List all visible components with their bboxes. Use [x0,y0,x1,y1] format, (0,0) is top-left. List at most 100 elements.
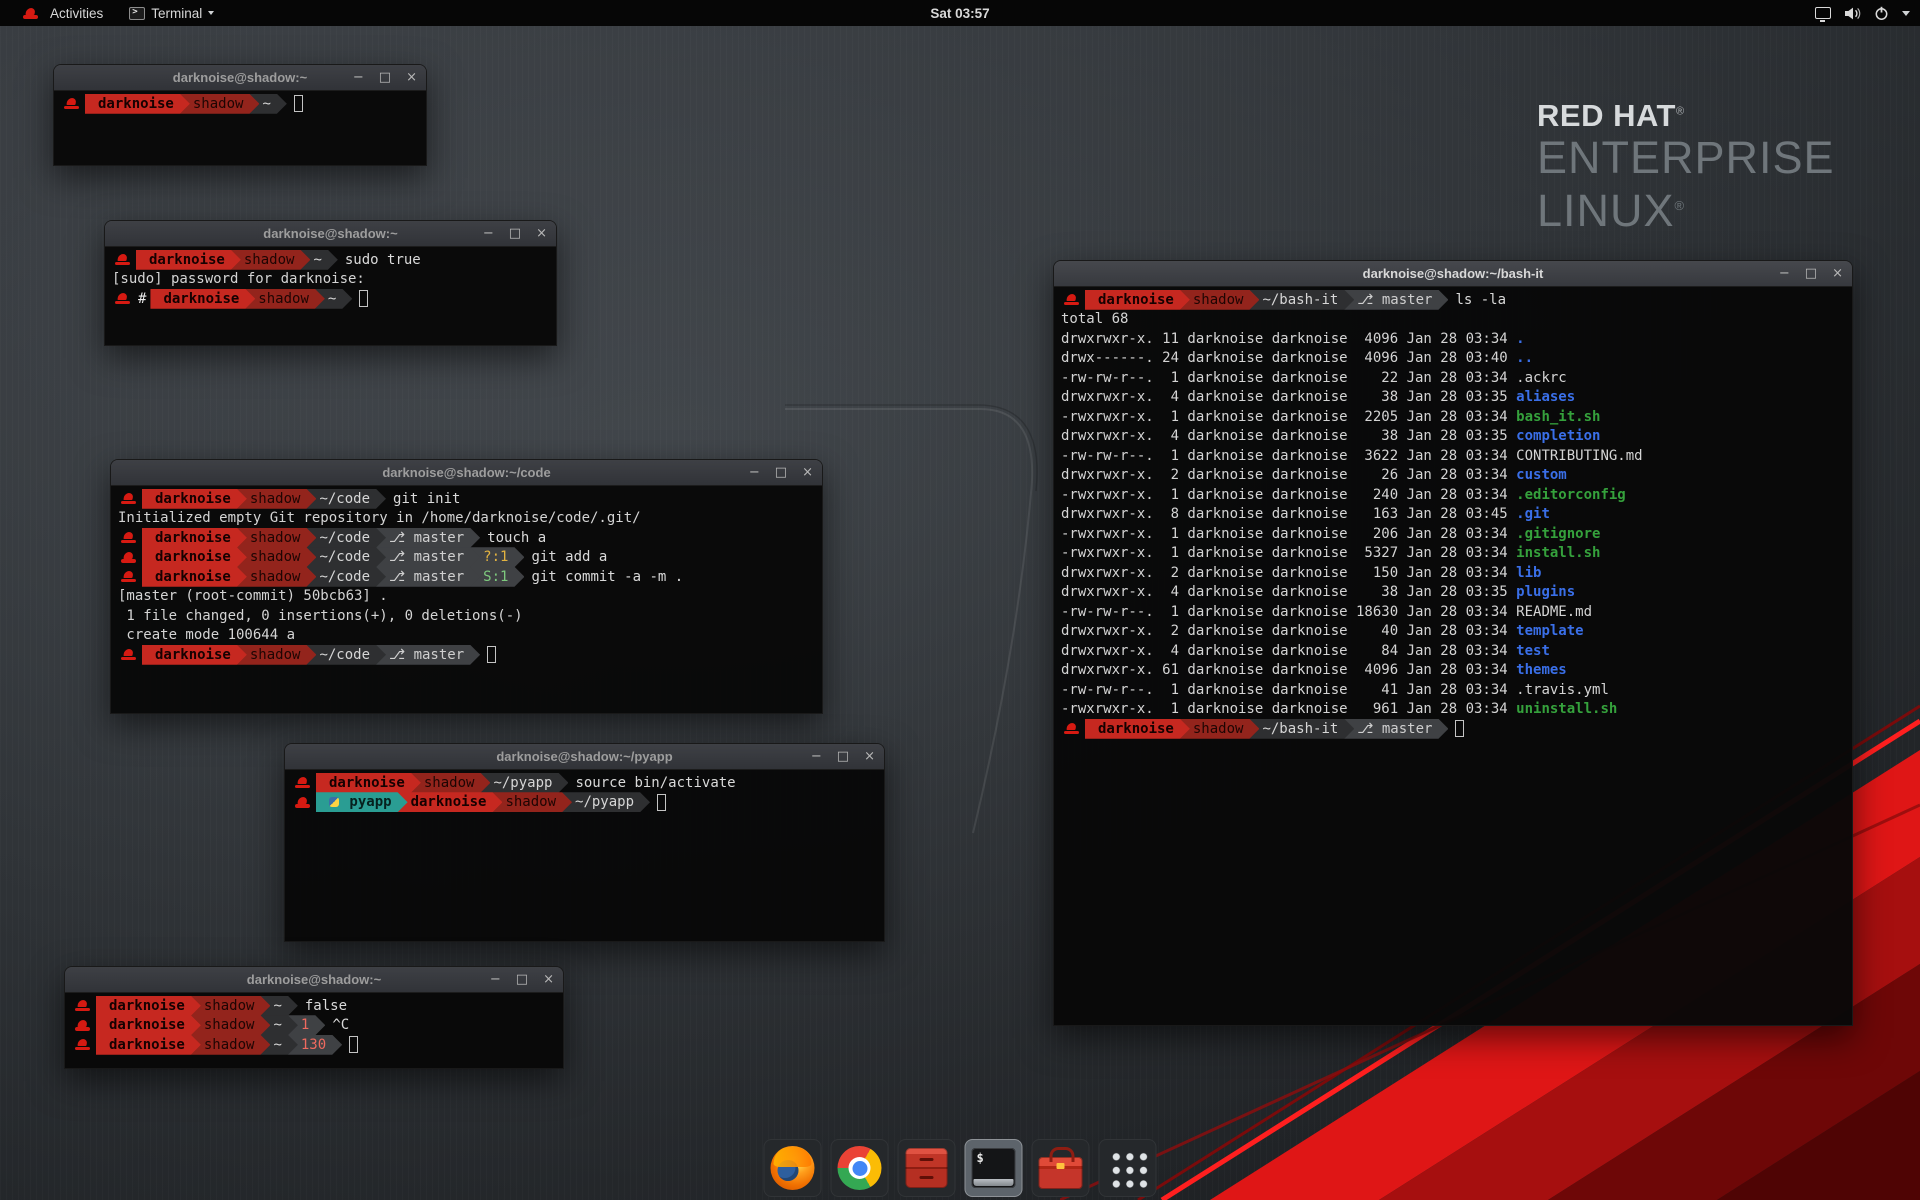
volume-icon[interactable] [1844,6,1861,21]
output-text: install.sh [1516,545,1600,561]
output-text: Initialized empty Git repository in /hom… [118,510,641,526]
window-minimize-button[interactable]: − [749,466,760,479]
prompt-segment-user: darknoise [142,528,247,548]
prompt-segment-git: ⎇ master [376,567,480,587]
prompt-segment-host: shadow [1180,719,1260,739]
window-title: darknoise@shadow:~ [173,70,307,85]
terminal-line: drwxrwxr-x. 2 darknoise darknoise 150 Ja… [1061,563,1845,583]
terminal-window-t2: darknoise@shadow:~−□×darknoiseshadow~sud… [104,220,557,346]
terminal-body[interactable]: darknoiseshadow~ [54,91,426,165]
dock-item-app-grid[interactable] [1099,1139,1157,1197]
dock-item-chrome[interactable] [831,1139,889,1197]
window-minimize-button[interactable]: − [1779,267,1790,280]
window-close-button[interactable]: × [802,466,813,479]
prompt-segment-user: darknoise [96,996,201,1016]
command-text: sudo true [345,252,421,268]
redhat-prompt-icon [64,97,80,110]
window-titlebar[interactable]: darknoise@shadow:~/bash-it − □ × [1054,261,1852,287]
dock-item-files[interactable] [898,1139,956,1197]
window-minimize-button[interactable]: − [353,71,364,84]
display-indicator-icon[interactable] [1815,7,1831,19]
terminal-line: Initialized empty Git repository in /hom… [118,509,815,529]
output-text: drwxrwxr-x. 2 darknoise darknoise 150 Ja… [1061,565,1516,581]
terminal-line: darknoiseshadow~/code⎇ master?:1git add … [118,548,815,568]
prompt-segment-git: ⎇ master [376,547,480,567]
window-minimize-button[interactable]: − [811,750,822,763]
terminal-body[interactable]: darknoiseshadow~/pyappsource bin/activat… [285,770,884,941]
prompt-segment-venv: pyapp [316,792,408,812]
prompt-segment-path: ~/code [306,489,386,509]
window-title: darknoise@shadow:~ [247,972,381,987]
window-titlebar[interactable]: darknoise@shadow:~ − □ × [54,65,426,91]
redhat-prompt-icon [1064,722,1080,735]
terminal-line: drwxrwxr-x. 4 darknoise darknoise 84 Jan… [1061,641,1845,661]
dock-item-firefox[interactable] [764,1139,822,1197]
window-close-button[interactable]: × [864,750,875,763]
prompt-segment-path: ~/code [306,528,386,548]
clock[interactable]: Sat 03:57 [930,6,989,21]
window-minimize-button[interactable]: − [490,973,501,986]
output-text: lib [1516,565,1541,581]
prompt-segment-host: shadow [237,489,317,509]
window-minimize-button[interactable]: − [483,227,494,240]
redhat-prompt-icon [115,253,131,266]
window-close-button[interactable]: × [1832,267,1843,280]
activities-button[interactable]: Activities [10,0,113,26]
chevron-down-icon [208,11,214,15]
window-maximize-button[interactable]: □ [509,227,521,240]
terminal-line: -rwxrwxr-x. 1 darknoise darknoise 961 Ja… [1061,700,1845,720]
output-text: CONTRIBUTING.md [1516,448,1642,464]
terminal-line: -rwxrwxr-x. 1 darknoise darknoise 206 Ja… [1061,524,1845,544]
terminal-body[interactable]: darknoiseshadow~sudo true[sudo] password… [105,247,556,345]
prompt-segment-path: ~/code [306,567,386,587]
system-menu-chevron-icon[interactable] [1902,11,1910,16]
output-text: . [1516,331,1524,347]
output-text: drwxrwxr-x. 2 darknoise darknoise 40 Jan… [1061,623,1516,639]
output-text: test [1516,643,1550,659]
power-icon[interactable] [1874,6,1889,21]
terminal-body[interactable]: darknoiseshadow~falsedarknoiseshadow~1^C… [65,993,563,1068]
output-text: template [1516,623,1583,639]
window-titlebar[interactable]: darknoise@shadow:~/pyapp−□× [285,744,884,770]
window-maximize-button[interactable]: □ [1805,267,1817,280]
window-close-button[interactable]: × [536,227,547,240]
dock-item-toolbox[interactable] [1032,1139,1090,1197]
window-titlebar[interactable]: darknoise@shadow:~/code − □ × [111,460,822,486]
window-maximize-button[interactable]: □ [516,973,528,986]
redhat-prompt-icon [115,292,131,305]
output-text: total 68 [1061,311,1128,327]
prompt-segment-user: darknoise [96,1035,201,1055]
terminal-line: -rwxrwxr-x. 1 darknoise darknoise 5327 J… [1061,544,1845,564]
output-text: drwxrwxr-x. 2 darknoise darknoise 26 Jan… [1061,467,1516,483]
terminal-line: drwxrwxr-x. 2 darknoise darknoise 26 Jan… [1061,466,1845,486]
app-menu-terminal[interactable]: Terminal [119,0,224,26]
terminal-cursor [487,646,496,663]
prompt-segment-user: darknoise [96,1015,201,1035]
prompt-segment-path: ~/pyapp [562,792,650,812]
terminal-line: darknoiseshadow~/bash-it⎇ master [1061,719,1845,739]
output-text: [master (root-commit) 50bcb63] . [118,588,388,604]
window-titlebar[interactable]: darknoise@shadow:~−□× [105,221,556,247]
terminal-line: darknoiseshadow~sudo true [112,250,549,270]
window-title: darknoise@shadow:~/code [382,465,550,480]
command-text: git add a [531,549,607,565]
redhat-prompt-icon [75,999,91,1012]
window-maximize-button[interactable]: □ [379,71,391,84]
app-grid-icon [1107,1148,1148,1189]
window-close-button[interactable]: × [543,973,554,986]
output-text: -rw-rw-r--. 1 darknoise darknoise 3622 J… [1061,448,1516,464]
window-maximize-button[interactable]: □ [837,750,849,763]
output-text: aliases [1516,389,1575,405]
terminal-line: #darknoiseshadow~ [112,289,549,309]
terminal-body[interactable]: darknoiseshadow~/bash-it⎇ masterls -lato… [1054,287,1852,1025]
terminal-body[interactable]: darknoiseshadow~/codegit initInitialized… [111,486,822,713]
dock-item-terminal[interactable] [965,1139,1023,1197]
prompt-segment-git: ⎇ master [376,645,480,665]
terminal-line: drwx------. 24 darknoise darknoise 4096 … [1061,349,1845,369]
window-close-button[interactable]: × [406,71,417,84]
window-title: darknoise@shadow:~/bash-it [1363,266,1544,281]
prompt-segment-git: ⎇ master [376,528,480,548]
output-text: .ackrc [1516,370,1567,386]
window-titlebar[interactable]: darknoise@shadow:~ − □ × [65,967,563,993]
window-maximize-button[interactable]: □ [775,466,787,479]
